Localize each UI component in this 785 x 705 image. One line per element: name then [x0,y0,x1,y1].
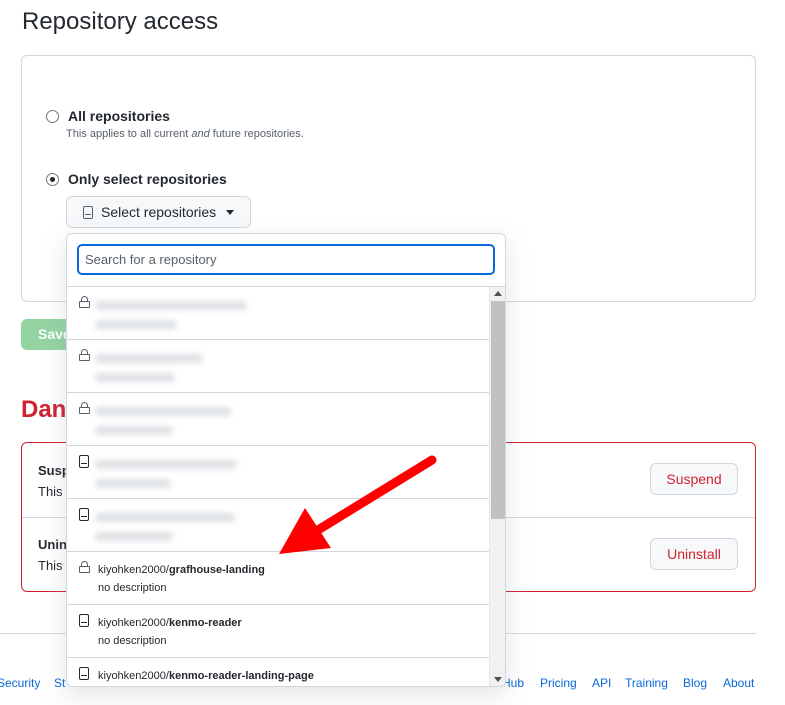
uninstall-button[interactable]: Uninstall [650,538,738,570]
footer-link-github[interactable]: GitHub [504,676,524,690]
redacted-repo-name [95,301,247,310]
footer-link-status[interactable]: Status [54,676,66,690]
redacted-repo-name [95,407,231,416]
footer-link-pricing[interactable]: Pricing [540,676,577,690]
repo-icon [79,455,89,468]
select-repositories-button[interactable]: Select repositories [66,196,251,228]
redacted-repo-description [95,479,171,488]
repository-list-item[interactable] [67,446,491,499]
only-select-option[interactable]: Only select repositories [46,171,227,187]
repo-name: kenmo-reader [168,617,242,629]
repo-icon [79,614,89,627]
suspend-title: Suspend [38,463,68,478]
repository-list-item[interactable]: kiyohken2000/kenmo-reader no description [67,605,491,658]
repo-name: grafhouse-landing [168,564,265,576]
repo-icon [79,667,89,680]
repo-full-name: kiyohken2000/kenmo-reader-landing-page [98,670,314,682]
all-repositories-option[interactable]: All repositories [46,108,170,124]
page-title: Repository access [22,8,219,35]
redacted-repo-description [95,532,173,541]
redacted-repo-name [95,460,237,469]
repository-list-item[interactable]: kiyohken2000/kenmo-reader-landing-page [67,658,491,686]
only-select-label: Only select repositories [68,171,227,187]
repository-search-input[interactable] [77,244,495,275]
list-scrollbar[interactable] [489,287,505,686]
repository-list-item[interactable] [67,393,491,446]
scroll-down-arrow-icon[interactable] [494,677,502,682]
repo-owner: kiyohken2000/ [98,670,169,682]
footer-link-blog[interactable]: Blog [683,676,707,690]
uninstall-description: This [38,558,63,573]
all-repositories-radio[interactable] [46,109,59,123]
all-repositories-note: This applies to all current and future r… [66,128,304,140]
suspend-button[interactable]: Suspend [650,463,738,495]
suspend-description: This [38,484,63,499]
uninstall-title: Uninstall [38,537,68,552]
scroll-up-arrow-icon[interactable] [494,291,502,296]
repo-icon [79,508,89,521]
all-repositories-label: All repositories [68,108,170,124]
repo-description: no description [98,635,167,647]
footer-link-api[interactable]: API [592,676,611,690]
redacted-repo-description [95,373,175,382]
footer-link-training[interactable]: Training [625,676,668,690]
redacted-repo-description [95,320,177,329]
scrollbar-thumb[interactable] [491,301,505,519]
select-repositories-label: Select repositories [101,204,217,220]
repo-icon [83,205,93,219]
only-select-radio[interactable] [46,172,59,186]
repo-description: no description [98,582,167,594]
repo-name: kenmo-reader-landing-page [168,670,314,682]
repository-list[interactable]: kiyohken2000/grafhouse-landing no descrip… [67,287,491,686]
select-repositories-dropdown: kiyohken2000/grafhouse-landingno descrip… [66,233,506,687]
repo-owner: kiyohken2000/ [98,617,169,629]
repository-list-item[interactable] [67,499,491,552]
redacted-repo-name [95,513,235,522]
repo-full-name: kiyohken2000/kenmo-reader [98,617,242,629]
repository-list-item[interactable] [67,340,491,393]
footer-link-security[interactable]: Security [0,676,40,690]
redacted-repo-description [95,426,173,435]
repository-list-item[interactable] [67,287,491,340]
caret-down-icon [226,209,235,215]
repository-list-item[interactable]: kiyohken2000/grafhouse-landing no descrip… [67,552,491,605]
redacted-repo-name [95,354,203,363]
repo-full-name: kiyohken2000/grafhouse-landing [98,564,265,576]
repository-search-header [67,234,505,287]
footer-link-about[interactable]: About [723,676,754,690]
repo-owner: kiyohken2000/ [98,564,169,576]
